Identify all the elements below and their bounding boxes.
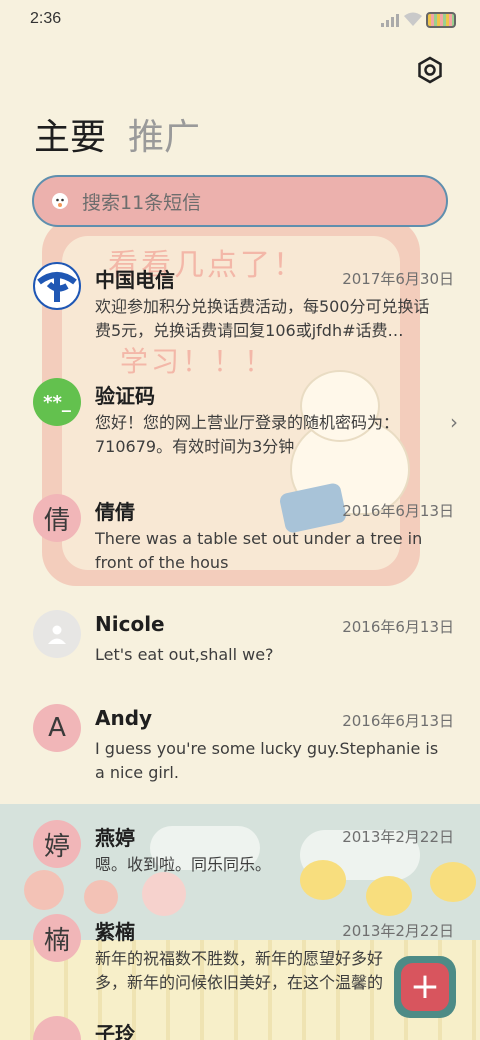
status-time: 2:36: [30, 10, 62, 27]
chevron-right-icon[interactable]: ›: [450, 410, 458, 434]
avatar: 楠: [33, 914, 81, 962]
settings-icon[interactable]: [416, 56, 444, 84]
contact-name: 紫楠: [95, 920, 135, 944]
tab-bar: 主要 推广: [34, 108, 200, 160]
avatar: 婷: [33, 820, 81, 868]
conversation-item[interactable]: **_ 验证码 › 您好！您的网上营业厅登录的随机密码为：710679。有效时间…: [0, 374, 480, 490]
message-preview: 嗯。收到啦。同乐同乐。: [95, 855, 272, 874]
avatar: [33, 262, 81, 310]
conversation-item[interactable]: 倩 倩倩 2016年6月13日 There was a table set ou…: [0, 490, 480, 606]
status-bar: 2:36: [0, 0, 480, 42]
avatar: [33, 1016, 81, 1040]
message-date: 2016年6月13日: [342, 618, 454, 636]
message-date: 2016年6月13日: [342, 712, 454, 730]
plus-icon: +: [401, 963, 449, 1011]
conversation-item[interactable]: 婷 燕婷 2013年2月22日 嗯。收到啦。同乐同乐。: [0, 816, 480, 910]
contact-name: 子玲: [95, 1022, 135, 1040]
message-preview: There was a table set out under a tree i…: [95, 529, 423, 572]
contact-name: Nicole: [95, 612, 165, 636]
message-preview: 您好！您的网上营业厅登录的随机密码为：710679。有效时间为3分钟: [95, 413, 400, 456]
avatar: [33, 610, 81, 658]
search-icon: [52, 193, 68, 209]
conversation-item[interactable]: Nicole 2016年6月13日 Let's eat out,shall we…: [0, 606, 480, 700]
message-list: 中国电信 2017年6月30日 欢迎参加积分兑换话费活动，每500分可兑换话费5…: [0, 258, 480, 1040]
china-telecom-logo-icon: [33, 262, 81, 310]
message-preview: 新年的祝福数不胜数，新年的愿望好多好多，新年的问候依旧美好，在这个温馨的时刻: [95, 949, 384, 992]
wifi-icon: [404, 12, 422, 26]
message-date: 2016年6月13日: [342, 502, 454, 520]
tab-primary[interactable]: 主要: [34, 108, 106, 160]
contact-name: 中国电信: [95, 268, 175, 292]
tab-promotions[interactable]: 推广: [128, 108, 200, 160]
search-bar[interactable]: 搜索11条短信: [32, 175, 448, 227]
signal-icon: [381, 14, 399, 27]
message-preview: Let's eat out,shall we?: [95, 645, 274, 664]
contact-name: 验证码: [95, 384, 155, 408]
message-date: 2017年6月30日: [342, 270, 454, 288]
message-preview: I guess you're some lucky guy.Stephanie …: [95, 739, 439, 782]
conversation-item[interactable]: 中国电信 2017年6月30日 欢迎参加积分兑换话费活动，每500分可兑换话费5…: [0, 258, 480, 374]
search-placeholder: 搜索11条短信: [82, 191, 202, 214]
contact-name: 倩倩: [95, 500, 135, 524]
contact-name: Andy: [95, 706, 153, 730]
battery-icon: [426, 12, 456, 28]
contact-name: 燕婷: [95, 826, 135, 850]
new-message-button[interactable]: +: [394, 956, 456, 1018]
message-date: 2013年2月22日: [342, 922, 454, 940]
avatar: **_: [33, 378, 81, 426]
conversation-item[interactable]: A Andy 2016年6月13日 I guess you're some lu…: [0, 700, 480, 816]
message-date: 2013年2月22日: [342, 828, 454, 846]
message-preview: 欢迎参加积分兑换话费活动，每500分可兑换话费5元，兑换话费请回复106或jfd…: [95, 297, 430, 340]
avatar: 倩: [33, 494, 81, 542]
person-icon: [48, 625, 66, 644]
avatar: A: [33, 704, 81, 752]
